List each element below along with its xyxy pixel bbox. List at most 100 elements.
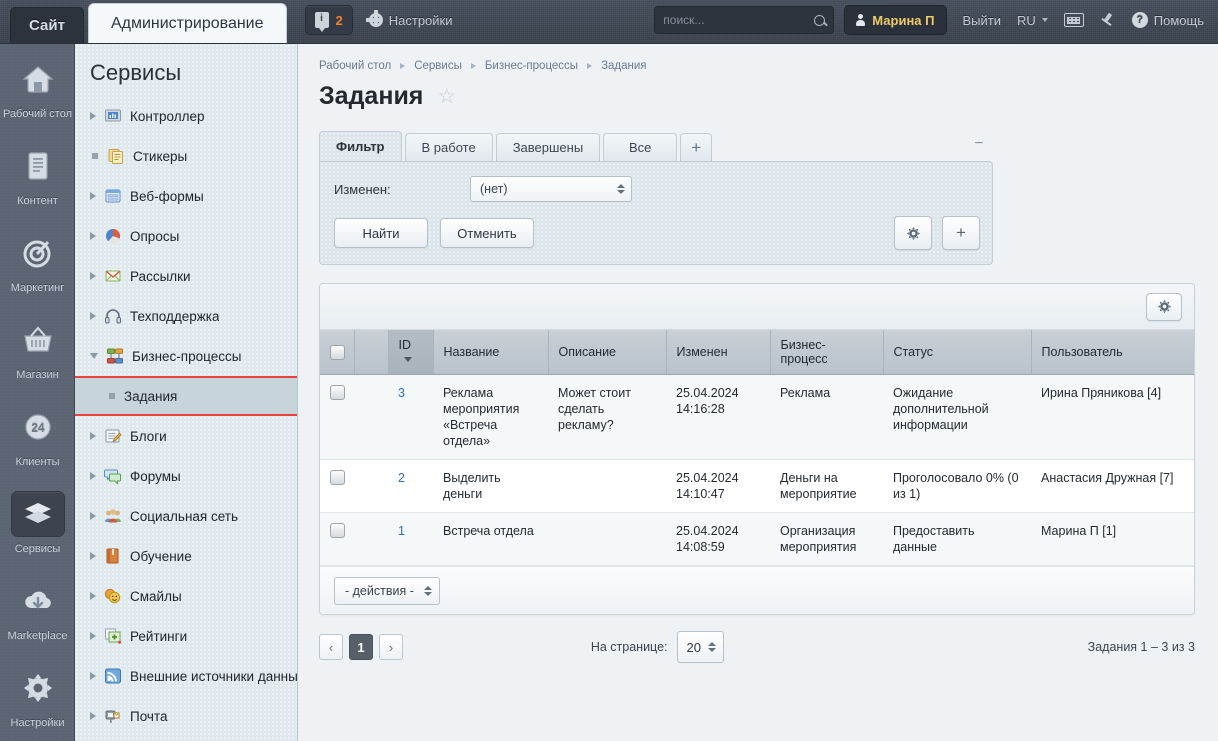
- collapse-filter-icon[interactable]: −: [971, 136, 987, 155]
- search-icon[interactable]: [814, 14, 826, 26]
- column-header-bizproc[interactable]: Бизнес-процесс: [770, 330, 884, 375]
- hotkeys-button[interactable]: [1063, 13, 1084, 27]
- changed-select[interactable]: (нет): [470, 176, 632, 202]
- sidebar-item-mail[interactable]: Почта: [75, 696, 297, 736]
- chevron-down-icon[interactable]: [90, 353, 98, 359]
- column-header-description[interactable]: Описание: [548, 330, 667, 375]
- prev-page-button[interactable]: ‹: [319, 634, 343, 660]
- table-row[interactable]: 3 Реклама мероприятия «Встреча отдела» М…: [320, 374, 1194, 460]
- sidebar-item-polls[interactable]: Опросы: [75, 216, 297, 256]
- rail-item-marketplace[interactable]: Marketplace: [0, 566, 75, 653]
- row-menu-cell[interactable]: [354, 374, 388, 460]
- settings-link[interactable]: Настройки: [365, 10, 453, 28]
- chevron-right-icon[interactable]: [90, 312, 96, 320]
- column-header-changed[interactable]: Изменен: [666, 330, 771, 375]
- chevron-right-icon[interactable]: [90, 592, 96, 600]
- global-search[interactable]: [654, 6, 835, 34]
- chevron-right-icon[interactable]: [90, 232, 96, 240]
- add-filter-tab-button[interactable]: +: [680, 133, 713, 161]
- chevron-right-icon[interactable]: [90, 712, 96, 720]
- help-link[interactable]: ? Помощь: [1131, 12, 1204, 28]
- sidebar-item-label: Контроллер: [130, 108, 205, 124]
- tab-site[interactable]: Сайт: [10, 7, 84, 43]
- sidebar-item-support[interactable]: Техподдержка: [75, 296, 297, 336]
- sidebar-item-stickers[interactable]: Стикеры: [75, 136, 297, 176]
- bulk-actions-select[interactable]: - действия -: [334, 576, 440, 605]
- chevron-right-icon[interactable]: [90, 512, 96, 520]
- chevron-right-icon[interactable]: [90, 192, 96, 200]
- breadcrumb-item-desktop[interactable]: Рабочий стол: [319, 60, 391, 72]
- row-checkbox[interactable]: [330, 523, 345, 538]
- language-switcher[interactable]: RU: [1017, 13, 1048, 28]
- sidebar-item-controller[interactable]: Контроллер: [75, 96, 297, 136]
- tasks-table: ID Название Описание Изменен Бизнес-проц…: [320, 330, 1194, 566]
- row-checkbox[interactable]: [330, 385, 345, 400]
- rail-item-desktop[interactable]: Рабочий стол: [0, 44, 75, 131]
- smiley-icon: [104, 587, 122, 605]
- grid-settings-button[interactable]: [1146, 292, 1182, 321]
- chevron-right-icon[interactable]: [90, 432, 96, 440]
- sidebar-item-learning[interactable]: Обучение: [75, 536, 297, 576]
- select-all-header[interactable]: [320, 330, 355, 375]
- row-checkbox[interactable]: [330, 470, 345, 485]
- search-button[interactable]: Найти: [334, 218, 428, 248]
- filter-tab-in-progress[interactable]: В работе: [404, 133, 493, 161]
- notifications-button[interactable]: i 2: [304, 5, 353, 35]
- select-all-checkbox[interactable]: [330, 344, 345, 360]
- row-menu-cell[interactable]: [354, 459, 388, 513]
- favorite-star-icon[interactable]: ☆: [437, 86, 457, 107]
- sidebar-item-business-processes[interactable]: Бизнес-процессы: [75, 336, 297, 376]
- column-header-status[interactable]: Статус: [883, 330, 1032, 375]
- sidebar-item-smileys[interactable]: Смайлы: [75, 576, 297, 616]
- column-header-id[interactable]: ID: [388, 330, 434, 375]
- chevron-right-icon[interactable]: [90, 552, 96, 560]
- chevron-right-icon[interactable]: [90, 112, 96, 120]
- breadcrumb-item-business-processes[interactable]: Бизнес-процессы: [485, 60, 578, 72]
- rail-item-content[interactable]: Контент: [0, 131, 75, 218]
- sidebar-item-mobile-app[interactable]: Мобильное приложение: [75, 736, 297, 741]
- rail-item-marketing[interactable]: Маркетинг: [0, 218, 75, 305]
- user-menu-button[interactable]: Марина П: [844, 5, 947, 35]
- cancel-button[interactable]: Отменить: [440, 218, 534, 248]
- column-header-name[interactable]: Название: [433, 330, 549, 375]
- add-filter-button[interactable]: +: [942, 216, 980, 250]
- row-select-cell[interactable]: [320, 459, 354, 513]
- next-page-button[interactable]: ›: [379, 634, 403, 660]
- sidebar-item-ratings[interactable]: Рейтинги: [75, 616, 297, 656]
- chevron-right-icon[interactable]: [90, 672, 96, 680]
- sidebar-item-newsletters[interactable]: Рассылки: [75, 256, 297, 296]
- breadcrumb-item-services[interactable]: Сервисы: [414, 60, 462, 72]
- sidebar-item-tasks[interactable]: Задания: [75, 376, 297, 416]
- breadcrumb-item-tasks[interactable]: Задания: [601, 60, 646, 72]
- pin-button[interactable]: [1100, 12, 1116, 28]
- tab-administration[interactable]: Администрирование: [87, 3, 287, 43]
- sidebar-item-forums[interactable]: Форумы: [75, 456, 297, 496]
- filter-tab-completed[interactable]: Завершены: [495, 133, 601, 161]
- sidebar-item-label: Бизнес-процессы: [132, 348, 242, 364]
- page-button-1[interactable]: 1: [349, 634, 373, 660]
- table-row[interactable]: 2 Выделить деньги 25.04.2024 14:10:47 Де…: [320, 459, 1194, 513]
- sidebar-item-webforms[interactable]: Веб-формы: [75, 176, 297, 216]
- rail-item-settings[interactable]: Настройки: [0, 653, 75, 740]
- per-page-select[interactable]: 20: [676, 631, 724, 663]
- chevron-right-icon[interactable]: [90, 472, 96, 480]
- column-header-user[interactable]: Пользователь: [1031, 330, 1194, 375]
- row-select-cell[interactable]: [320, 512, 354, 566]
- search-input[interactable]: [663, 13, 815, 27]
- logout-link[interactable]: Выйти: [963, 13, 1002, 28]
- filter-settings-button[interactable]: [894, 216, 932, 250]
- filter-tab-filter[interactable]: Фильтр: [319, 131, 402, 161]
- rating-icon: [104, 627, 122, 645]
- sidebar-item-social-network[interactable]: Социальная сеть: [75, 496, 297, 536]
- sidebar-item-blogs[interactable]: Блоги: [75, 416, 297, 456]
- rail-item-services[interactable]: Сервисы: [0, 479, 75, 566]
- row-select-cell[interactable]: [320, 374, 354, 460]
- chevron-right-icon[interactable]: [90, 272, 96, 280]
- sidebar-item-external-data-sources[interactable]: Внешние источники данных: [75, 656, 297, 696]
- row-menu-cell[interactable]: [354, 512, 388, 566]
- rail-item-clients[interactable]: 24 Клиенты: [0, 392, 75, 479]
- table-row[interactable]: 1 Встреча отдела 25.04.2024 14:08:59 Орг…: [320, 512, 1194, 566]
- rail-item-store[interactable]: Магазин: [0, 305, 75, 392]
- chevron-right-icon[interactable]: [90, 632, 96, 640]
- filter-tab-all[interactable]: Все: [603, 133, 678, 161]
